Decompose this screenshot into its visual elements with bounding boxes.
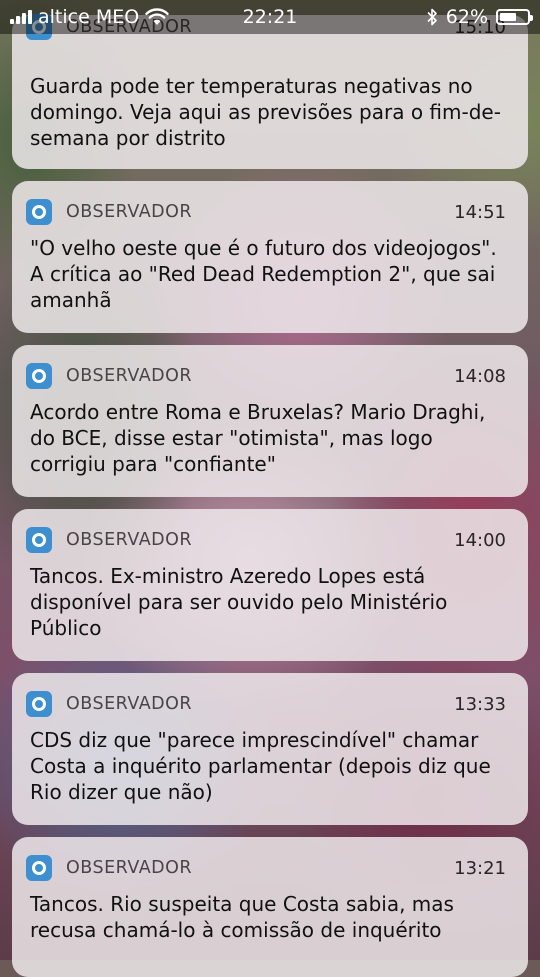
bluetooth-icon: [427, 8, 437, 26]
notification-card[interactable]: OBSERVADOR 14:51 "O velho oeste que é o …: [12, 181, 528, 333]
notification-card[interactable]: OBSERVADOR 15:10 Guarda pode ter tempera…: [12, 14, 528, 169]
notification-card[interactable]: OBSERVADOR 13:33 CDS diz que "parece imp…: [12, 673, 528, 825]
notification-app-name: OBSERVADOR: [66, 530, 193, 550]
notification-time: 14:51: [454, 201, 506, 223]
notification-app-name: OBSERVADOR: [66, 366, 193, 386]
notification-header: OBSERVADOR 14:00: [26, 525, 506, 555]
notification-time: 13:21: [454, 857, 506, 879]
notification-time: 14:00: [454, 529, 506, 551]
notification-message: Acordo entre Roma e Bruxelas? Mario Drag…: [30, 400, 486, 476]
status-right: 62%: [426, 6, 533, 28]
notification-app-name: OBSERVADOR: [66, 202, 193, 222]
notification-card[interactable]: OBSERVADOR 13:21 Tancos. Rio suspeita qu…: [12, 837, 528, 977]
status-bar: altice MEO 22:21 62%: [0, 0, 540, 34]
observador-app-icon: [26, 199, 52, 225]
battery-fill: [500, 13, 516, 21]
notification-message: Tancos. Ex-ministro Azeredo Lopes está d…: [30, 564, 448, 640]
battery-percent: 62%: [445, 6, 488, 28]
observador-app-icon: [26, 691, 52, 717]
notification-app-name: OBSERVADOR: [66, 694, 193, 714]
observador-app-icon: [26, 363, 52, 389]
notification-card[interactable]: OBSERVADOR 14:08 Acordo entre Roma e Bru…: [12, 345, 528, 497]
notification-app-name: OBSERVADOR: [66, 858, 193, 878]
observador-app-icon: [26, 527, 52, 553]
notification-message: "O velho oeste que é o futuro dos videoj…: [30, 236, 497, 312]
notification-message: Tancos. Rio suspeita que Costa sabia, ma…: [30, 892, 454, 942]
notification-header: OBSERVADOR 14:08: [26, 361, 506, 391]
notification-time: 14:08: [454, 365, 506, 387]
notification-header: OBSERVADOR 13:21: [26, 853, 506, 883]
notification-message: CDS diz que "parece imprescindível" cham…: [30, 728, 491, 804]
notification-time: 13:33: [454, 693, 506, 715]
notification-header: OBSERVADOR 13:33: [26, 689, 506, 719]
observador-app-icon: [26, 855, 52, 881]
notification-header: OBSERVADOR 14:51: [26, 197, 506, 227]
battery-icon: [496, 9, 533, 25]
notification-card[interactable]: OBSERVADOR 14:00 Tancos. Ex-ministro Aze…: [12, 509, 528, 661]
notification-message: Guarda pode ter temperaturas negativas n…: [30, 74, 501, 150]
